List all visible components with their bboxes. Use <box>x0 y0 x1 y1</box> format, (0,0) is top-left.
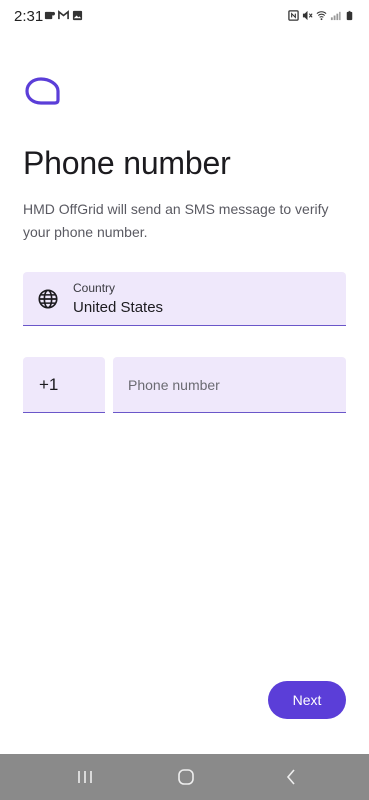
chat-bubble-icon <box>25 77 60 105</box>
home-icon[interactable] <box>175 767 197 787</box>
phone-number-field[interactable] <box>113 357 346 413</box>
country-code-value: +1 <box>39 375 59 394</box>
next-button[interactable]: Next <box>268 681 346 719</box>
phone-number-input[interactable] <box>113 357 346 412</box>
back-icon[interactable] <box>280 767 302 787</box>
navigation-bar <box>0 754 369 800</box>
wifi-icon <box>316 11 327 21</box>
globe-icon <box>38 289 58 309</box>
teams-icon <box>44 11 55 20</box>
country-code-field[interactable]: +1 <box>23 357 105 413</box>
country-selector[interactable]: Country United States <box>23 272 346 326</box>
gmail-icon <box>58 10 69 20</box>
page-description: HMD OffGrid will send an SMS message to … <box>23 201 329 240</box>
nfc-icon <box>288 10 299 21</box>
battery-icon <box>346 10 353 21</box>
status-notification-icons <box>44 10 83 21</box>
country-value: United States <box>73 299 164 316</box>
mute-icon <box>302 10 313 21</box>
recent-apps-icon[interactable] <box>74 767 96 787</box>
signal-icon <box>330 11 341 21</box>
status-system-icons <box>288 10 355 21</box>
status-bar: 2:31 <box>0 0 369 34</box>
status-time: 2:31 <box>14 8 44 25</box>
page-title: Phone number <box>23 145 231 181</box>
gallery-icon <box>72 10 83 21</box>
country-label: Country <box>73 281 116 295</box>
